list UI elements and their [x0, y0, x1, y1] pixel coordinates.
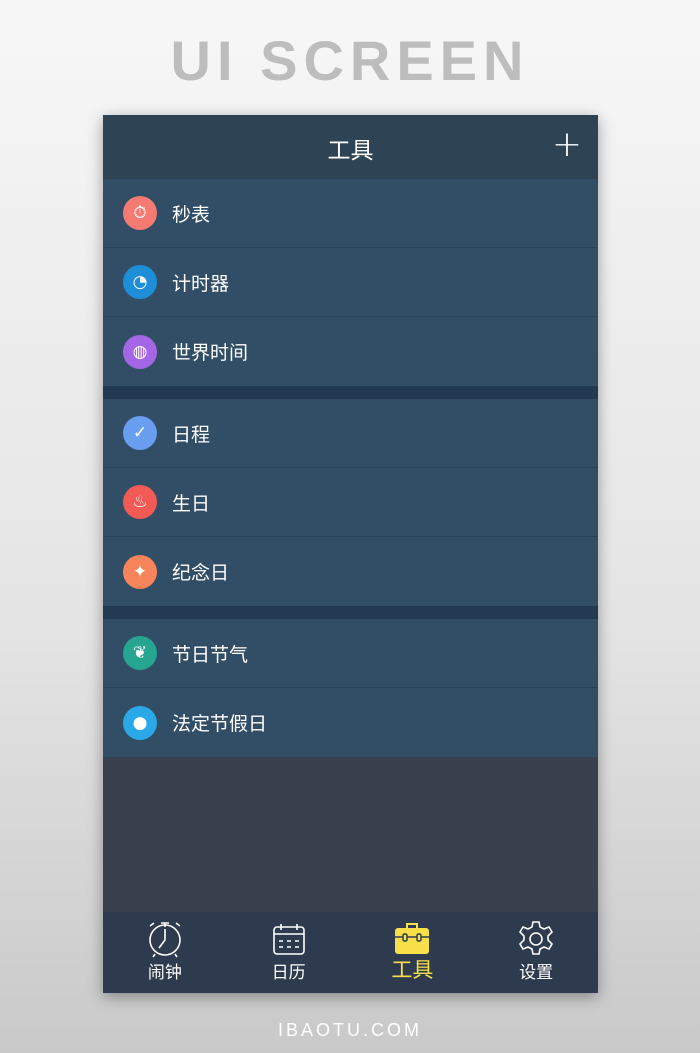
clipboard-check-icon: ✓: [123, 416, 157, 450]
banner-title: UI SCREEN: [170, 29, 530, 92]
list-item[interactable]: ● 法定节假日: [103, 688, 598, 757]
page-title: 工具: [327, 138, 374, 164]
list-item-label: 节日节气: [172, 643, 249, 666]
stopwatch-icon: ⏱: [123, 196, 157, 230]
list-item[interactable]: ⏱ 秒表: [103, 179, 598, 248]
tab-bar: 闹钟 日历 工具 设置: [103, 912, 598, 993]
list-item-label: 计时器: [172, 272, 230, 295]
gear-icon: [517, 920, 555, 958]
list-item[interactable]: ◍ 世界时间: [103, 317, 598, 386]
list-item[interactable]: ✓ 日程: [103, 399, 598, 468]
list-group: ⏱ 秒表 ◔ 计时器 ◍ 世界时间: [103, 179, 598, 386]
globe-icon: ◍: [123, 334, 157, 369]
tab-settings[interactable]: 设置: [474, 912, 598, 993]
list-item-label: 纪念日: [172, 562, 230, 584]
list-item-label: 秒表: [172, 203, 211, 226]
footer-watermark: IBAOTU.COM: [277, 1020, 422, 1040]
list-item[interactable]: ✦ 纪念日: [103, 537, 598, 606]
tool-list: ⏱ 秒表 ◔ 计时器 ◍ 世界时间 ✓ 日程 ♨ 生日 ✦ 纪念日 ❦ 节日节气 ● 法定节假日: [103, 179, 598, 757]
list-item[interactable]: ◔ 计时器: [103, 248, 598, 317]
header: 工具 +: [103, 115, 598, 179]
group-separator: [103, 606, 598, 619]
tab-label: 工具: [391, 958, 434, 982]
plus-icon: +: [551, 124, 582, 165]
toolbox-icon: [394, 920, 430, 958]
balloon-icon: ●: [123, 705, 157, 740]
tab-alarm[interactable]: 闹钟: [103, 912, 227, 993]
tab-label: 日历: [271, 963, 306, 983]
list-item-label: 世界时间: [172, 342, 249, 364]
clock-icon: ◔: [123, 265, 157, 299]
calendar-icon: [271, 920, 307, 958]
list-item[interactable]: ♨ 生日: [103, 468, 598, 537]
list-group: ✓ 日程 ♨ 生日 ✦ 纪念日: [103, 399, 598, 606]
leaf-icon: ❦: [123, 636, 157, 670]
list-item-label: 法定节假日: [172, 713, 268, 735]
tab-label: 闹钟: [147, 963, 182, 983]
phone-screen: 工具 + ⏱ 秒表 ◔ 计时器 ◍ 世界时间 ✓ 日程 ♨ 生日 ✦ 纪念日 ❦ 节日节气 ● 法定节假日 闹…: [103, 115, 598, 993]
list-group: ❦ 节日节气 ● 法定节假日: [103, 619, 598, 757]
list-item-label: 日程: [172, 423, 211, 446]
add-button[interactable]: +: [552, 125, 582, 165]
tab-label: 设置: [519, 963, 554, 983]
cake-icon: ♨: [123, 485, 157, 519]
group-separator: [103, 386, 598, 399]
list-item[interactable]: ❦ 节日节气: [103, 619, 598, 688]
list-item-label: 生日: [172, 492, 211, 515]
alarm-clock-icon: [145, 920, 185, 958]
party-popper-icon: ✦: [123, 554, 157, 589]
tab-calendar[interactable]: 日历: [227, 912, 351, 993]
tab-tools[interactable]: 工具: [351, 912, 475, 993]
